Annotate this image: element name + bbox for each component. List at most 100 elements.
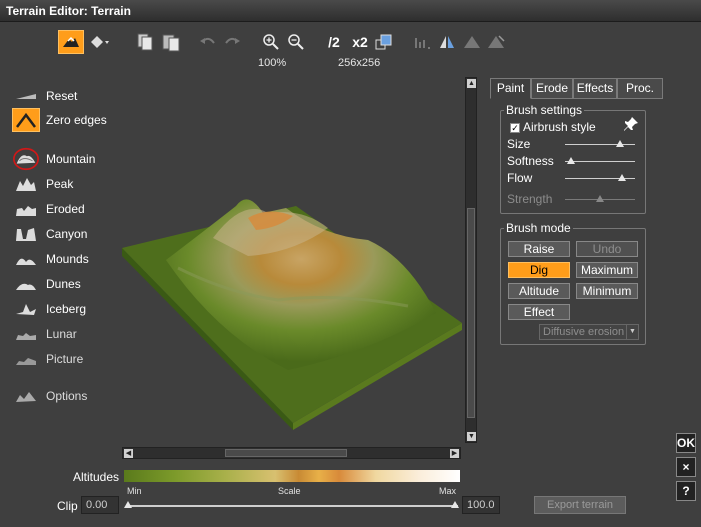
zoom-in-icon bbox=[263, 34, 279, 50]
mirror-icon bbox=[440, 36, 454, 48]
scroll-left-arrow-icon[interactable]: ◀ bbox=[124, 449, 133, 458]
halve-resolution-button[interactable]: /2 bbox=[323, 30, 345, 54]
altitude-scale-label: Scale bbox=[278, 486, 301, 496]
effect-button[interactable]: Effect bbox=[508, 304, 570, 320]
resize-icon bbox=[375, 34, 392, 50]
altitude-min-label: Min bbox=[127, 486, 142, 496]
undo-icon bbox=[200, 37, 215, 44]
flow-knob[interactable] bbox=[618, 174, 627, 181]
copy-button[interactable] bbox=[135, 30, 155, 54]
clip-max-field[interactable]: 100.0 bbox=[462, 496, 500, 514]
paste-button[interactable] bbox=[160, 30, 182, 54]
brush-item-mounds[interactable]: Mounds bbox=[12, 247, 117, 271]
clip-min-field[interactable]: 0.00 bbox=[81, 496, 119, 514]
viewport-horizontal-scrollbar[interactable]: ◀ ▶ bbox=[122, 447, 461, 459]
effect-select[interactable]: Diffusive erosion ▼ bbox=[539, 324, 639, 340]
horizontal-scroll-thumb[interactable] bbox=[225, 449, 347, 457]
canyon-icon bbox=[12, 222, 40, 246]
strength-track bbox=[565, 195, 635, 202]
scroll-up-arrow-icon[interactable]: ▲ bbox=[467, 79, 476, 88]
clip-row: Clip 0.00 100.0 bbox=[0, 496, 520, 518]
double-label: x2 bbox=[352, 34, 368, 50]
lunar-icon bbox=[12, 322, 40, 346]
scroll-right-arrow-icon[interactable]: ▶ bbox=[450, 449, 459, 458]
double-resolution-button[interactable]: x2 bbox=[349, 30, 371, 54]
softness-slider[interactable]: Softness bbox=[507, 154, 639, 170]
zero-edges-icon bbox=[12, 108, 40, 132]
size-slider[interactable]: Size bbox=[507, 137, 639, 153]
terrain-viewport[interactable] bbox=[118, 78, 463, 440]
raise-button[interactable]: Raise bbox=[508, 241, 570, 257]
airbrush-label: Airbrush style bbox=[523, 120, 596, 134]
chevron-down-icon: ▼ bbox=[626, 325, 638, 339]
tab-effects[interactable]: Effects bbox=[573, 78, 617, 99]
brush-item-dunes[interactable]: Dunes bbox=[12, 272, 117, 296]
paint-mode-button[interactable] bbox=[58, 30, 84, 54]
sharpen-icon bbox=[488, 35, 505, 48]
softness-knob[interactable] bbox=[566, 157, 575, 164]
scroll-down-arrow-icon[interactable]: ▼ bbox=[467, 432, 476, 441]
sculpt-mode-button[interactable] bbox=[88, 30, 112, 54]
brush-item-zero-edges[interactable]: Zero edges bbox=[12, 108, 117, 132]
flatten-button[interactable] bbox=[413, 30, 433, 54]
export-terrain-button[interactable]: Export terrain bbox=[534, 496, 626, 514]
brush-item-options[interactable]: Options bbox=[12, 384, 117, 408]
clip-min-handle[interactable] bbox=[124, 501, 132, 508]
size-track[interactable] bbox=[565, 140, 635, 147]
brush-item-iceberg[interactable]: Iceberg bbox=[12, 297, 117, 321]
mountain-icon bbox=[12, 147, 40, 171]
brush-settings-group: Brush settings ✓ Airbrush style Size Sof… bbox=[500, 103, 646, 214]
vertical-scroll-thumb[interactable] bbox=[467, 208, 475, 418]
halve-label: /2 bbox=[328, 34, 340, 50]
sharpen-button[interactable] bbox=[486, 30, 506, 54]
zoom-level: 100% bbox=[258, 57, 287, 69]
softness-track[interactable] bbox=[565, 157, 635, 164]
brush-item-mountain[interactable]: Mountain bbox=[12, 147, 117, 171]
undo-button[interactable] bbox=[198, 30, 218, 54]
resize-button[interactable] bbox=[374, 30, 394, 54]
altitude-button[interactable]: Altitude bbox=[508, 283, 570, 299]
airbrush-checkbox[interactable]: ✓ bbox=[510, 123, 520, 133]
help-button[interactable]: ? bbox=[676, 481, 696, 501]
smooth-button[interactable] bbox=[462, 30, 482, 54]
flow-slider[interactable]: Flow bbox=[507, 171, 639, 187]
brush-item-lunar[interactable]: Lunar bbox=[12, 322, 117, 346]
brush-item-picture[interactable]: Picture bbox=[12, 347, 117, 371]
minimum-button[interactable]: Minimum bbox=[576, 283, 638, 299]
size-knob[interactable] bbox=[615, 140, 624, 147]
dig-button[interactable]: Dig bbox=[508, 262, 570, 278]
ok-button[interactable]: OK bbox=[676, 433, 696, 453]
dunes-icon bbox=[12, 272, 40, 296]
zoom-in-button[interactable] bbox=[262, 30, 280, 54]
brush-item-eroded[interactable]: Eroded bbox=[12, 197, 117, 221]
airbrush-pin-icon[interactable] bbox=[623, 116, 639, 135]
brush-item-canyon[interactable]: Canyon bbox=[12, 222, 117, 246]
altitude-gradient[interactable] bbox=[124, 470, 460, 482]
flow-track[interactable] bbox=[565, 174, 635, 181]
tab-erode[interactable]: Erode bbox=[531, 78, 573, 99]
tool-panel: Paint Erode Effects Proc. Brush settings… bbox=[490, 78, 665, 348]
zoom-out-icon bbox=[288, 34, 304, 50]
options-icon bbox=[12, 384, 40, 408]
strength-label: Strength bbox=[507, 192, 553, 206]
strength-slider: Strength bbox=[507, 192, 639, 208]
zoom-out-button[interactable] bbox=[287, 30, 305, 54]
redo-button[interactable] bbox=[222, 30, 242, 54]
title-bar: Terrain Editor: Terrain bbox=[0, 0, 701, 22]
resolution-value: 256x256 bbox=[338, 57, 381, 69]
tab-proc[interactable]: Proc. bbox=[617, 78, 663, 99]
clip-slider-track[interactable] bbox=[124, 501, 459, 508]
brush-item-peak[interactable]: Peak bbox=[12, 172, 117, 196]
mounds-icon bbox=[12, 247, 40, 271]
close-button[interactable]: × bbox=[676, 457, 696, 477]
clip-max-handle[interactable] bbox=[451, 501, 459, 508]
brush-item-reset[interactable]: Reset bbox=[12, 84, 117, 108]
tab-paint[interactable]: Paint bbox=[490, 78, 531, 99]
maximum-button[interactable]: Maximum bbox=[576, 262, 638, 278]
window-title: Terrain Editor: Terrain bbox=[6, 4, 131, 18]
flow-label: Flow bbox=[507, 171, 533, 185]
viewport-vertical-scrollbar[interactable]: ▲ ▼ bbox=[465, 77, 477, 443]
mirror-button[interactable] bbox=[437, 30, 457, 54]
iceberg-icon bbox=[12, 297, 40, 321]
undo-mode-button[interactable]: Undo bbox=[576, 241, 638, 257]
